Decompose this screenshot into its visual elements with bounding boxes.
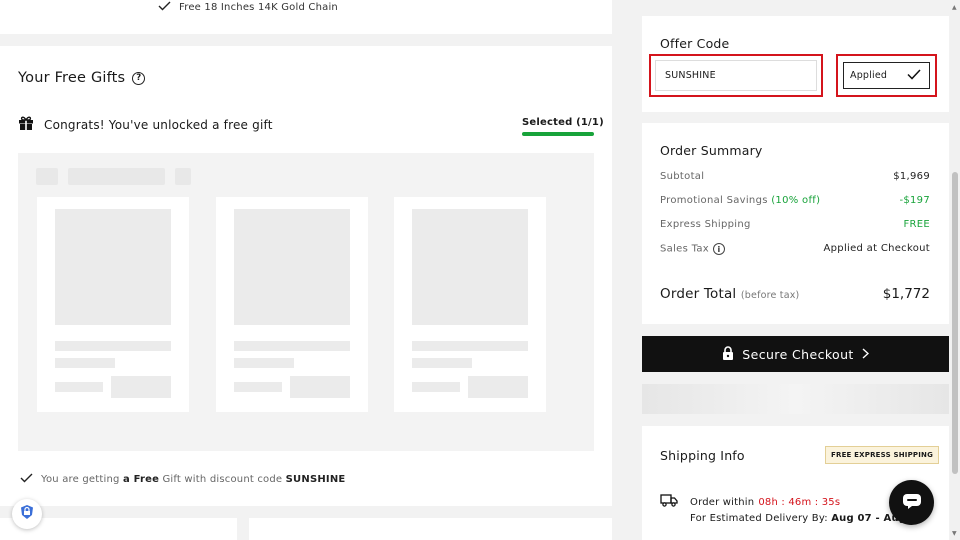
lock-icon <box>722 345 734 363</box>
free-gift-notice-text: You are getting a Free Gift with discoun… <box>41 474 346 485</box>
order-total-row: Order Total (before tax) $1,772 <box>660 286 930 302</box>
row-value: -$197 <box>899 195 930 206</box>
gift-icon <box>18 115 34 134</box>
info-icon[interactable]: i <box>713 243 725 255</box>
loading-placeholder <box>642 384 949 414</box>
bottom-card <box>249 518 612 540</box>
truck-icon <box>660 494 678 510</box>
countdown-timer: 08h : 46m : 35s <box>758 496 841 508</box>
check-icon <box>20 473 33 486</box>
offer-code-title: Offer Code <box>660 36 730 51</box>
skeleton-gift-card <box>37 197 189 412</box>
page-scrollbar[interactable]: ▲ ▼ <box>950 0 960 540</box>
congrats-text: Congrats! You've unlocked a free gift <box>44 117 273 132</box>
scrollbar-thumb[interactable] <box>952 172 958 474</box>
skeleton-block <box>36 168 58 185</box>
secure-checkout-label: Secure Checkout <box>742 346 854 362</box>
applied-highlight: Applied <box>836 54 937 97</box>
row-label: Subtotal <box>660 171 705 182</box>
skeleton-gift-card <box>394 197 546 412</box>
secure-checkout-button[interactable]: Secure Checkout <box>642 336 949 372</box>
order-total-value: $1,772 <box>882 286 930 302</box>
row-value: Applied at Checkout <box>823 243 930 254</box>
order-summary-card: Order Summary Subtotal $1,969 Promotiona… <box>642 123 949 324</box>
estimated-delivery: For Estimated Delivery By: Aug 07 - Aug <box>690 513 907 524</box>
chat-button[interactable] <box>889 480 934 525</box>
row-value: $1,969 <box>893 171 930 182</box>
subtotal-row: Subtotal $1,969 <box>660 171 930 182</box>
order-total-label: Order Total (before tax) <box>660 286 800 302</box>
offer-code-card: Offer Code SUNSHINE Applied <box>642 16 949 112</box>
free-gifts-card: Your Free Gifts ? Congrats! You've unloc… <box>0 46 612 506</box>
congrats-message: Congrats! You've unlocked a free gift <box>18 115 273 134</box>
gift-loading-skeleton <box>18 153 594 451</box>
selected-count: Selected (1/1) <box>522 117 604 128</box>
row-label: Sales Tax i <box>660 243 725 255</box>
skeleton-gift-card <box>216 197 368 412</box>
help-icon[interactable]: ? <box>132 71 146 85</box>
free-gift-notice: You are getting a Free Gift with discoun… <box>20 473 345 486</box>
scroll-up-arrow-icon[interactable]: ▲ <box>952 4 957 11</box>
shipping-row: Express Shipping FREE <box>660 219 930 230</box>
free-express-shipping-badge: FREE EXPRESS SHIPPING <box>825 446 940 464</box>
chevron-right-icon <box>862 347 869 362</box>
scroll-down-arrow-icon[interactable]: ▼ <box>952 530 957 537</box>
chat-icon <box>902 493 922 513</box>
left-column: Free 18 Inches 14K Gold Chain Your Free … <box>0 0 612 540</box>
row-value: FREE <box>903 219 930 230</box>
included-item-text: Free 18 Inches 14K Gold Chain <box>179 2 338 13</box>
included-item: Free 18 Inches 14K Gold Chain <box>158 1 338 14</box>
promo-savings-row: Promotional Savings (10% off) -$197 <box>660 195 930 206</box>
skeleton-block <box>175 168 191 185</box>
offer-code-highlight: SUNSHINE <box>649 54 823 97</box>
check-icon <box>158 1 171 14</box>
gifts-title: Your Free Gifts ? <box>18 70 146 86</box>
check-icon <box>907 68 921 83</box>
applied-button[interactable]: Applied <box>843 62 930 89</box>
accessibility-widget-button[interactable] <box>12 499 42 529</box>
order-within-line: Order within 08h : 46m : 35s <box>660 494 840 510</box>
order-summary-title: Order Summary <box>660 143 763 158</box>
applied-label: Applied <box>850 70 888 81</box>
row-label: Express Shipping <box>660 219 751 230</box>
row-label: Promotional Savings (10% off) <box>660 195 821 206</box>
gifts-title-text: Your Free Gifts <box>18 70 126 86</box>
offer-code-input[interactable]: SUNSHINE <box>655 60 817 91</box>
skeleton-block <box>68 168 165 185</box>
shield-icon <box>20 504 34 524</box>
order-within-text: Order within 08h : 46m : 35s <box>690 496 841 508</box>
selected-progress-bar <box>522 132 594 136</box>
product-card-bottom: Free 18 Inches 14K Gold Chain <box>0 0 612 34</box>
sales-tax-row: Sales Tax i Applied at Checkout <box>660 243 930 255</box>
shipping-info-title: Shipping Info <box>660 448 745 463</box>
